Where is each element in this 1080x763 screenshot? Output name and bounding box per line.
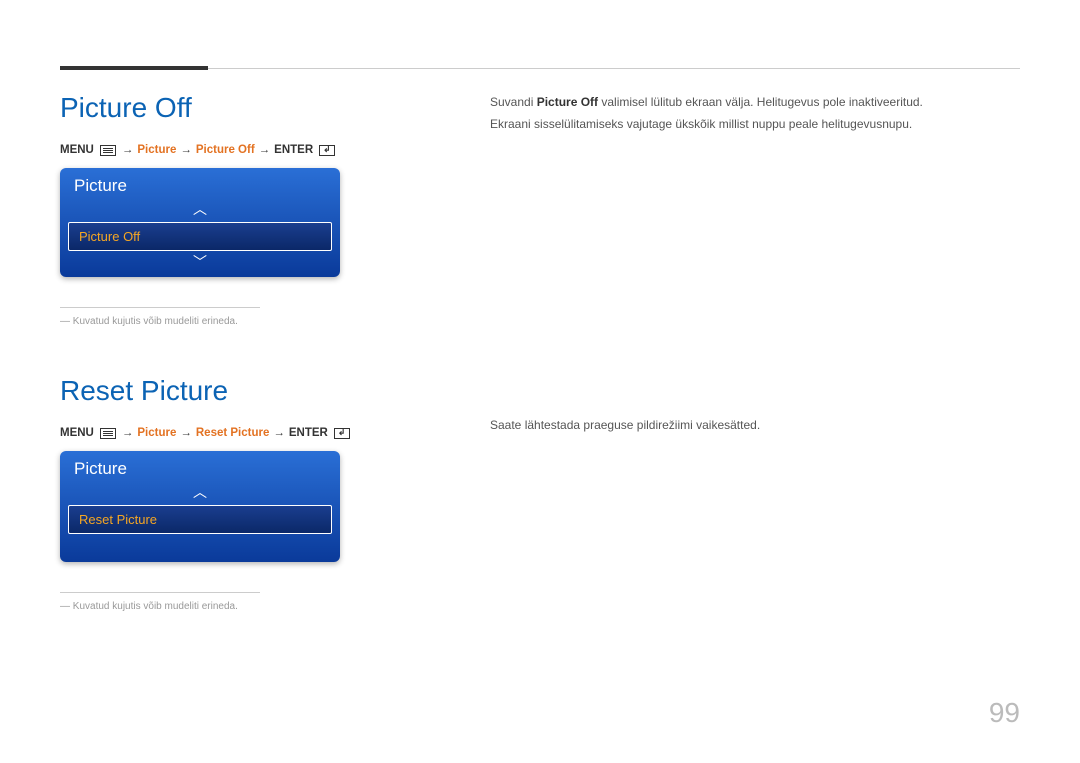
menu-label: MENU	[60, 144, 94, 156]
menu-widget-title: Picture	[60, 451, 340, 485]
body-text-2: Saate lähtestada praeguse pildirežiimi v…	[490, 415, 1020, 437]
body-prefix: Suvandi	[490, 95, 537, 109]
note-label: Kuvatud kujutis võib mudeliti erineda.	[73, 316, 238, 327]
note-divider	[60, 307, 260, 308]
chevron-up-icon: ︿	[60, 202, 340, 218]
arrow-icon: →	[273, 427, 285, 439]
chevron-down-icon: ﹀	[60, 255, 340, 271]
nav-picture: Picture	[137, 427, 176, 439]
arrow-icon: →	[122, 144, 134, 156]
nav-target: Reset Picture	[196, 427, 270, 439]
nav-target: Picture Off	[196, 144, 255, 156]
note-text-2: ― Kuvatud kujutis võib mudeliti erineda.	[60, 601, 400, 612]
body-suffix: valimisel lülitub ekraan välja. Helituge…	[598, 95, 923, 109]
nav-path-1: MENU → Picture → Picture Off → ENTER	[60, 144, 400, 156]
body-text-1-line2: Ekraani sisselülitamiseks vajutage ükskõ…	[490, 114, 1020, 136]
enter-icon	[334, 428, 350, 439]
page: Picture Off MENU → Picture → Picture Off…	[0, 0, 1080, 763]
body-strong: Picture Off	[537, 95, 598, 109]
content-area: Picture Off MENU → Picture → Picture Off…	[60, 92, 1020, 612]
menu-item-picture-off[interactable]: Picture Off	[68, 222, 332, 251]
menu-item-reset-picture[interactable]: Reset Picture	[68, 505, 332, 534]
note-divider	[60, 592, 260, 593]
menu-widget-title: Picture	[60, 168, 340, 202]
arrow-icon: →	[180, 144, 192, 156]
nav-path-2: MENU → Picture → Reset Picture → ENTER	[60, 427, 400, 439]
section1-heading: Picture Off	[60, 92, 400, 124]
nav-picture: Picture	[137, 144, 176, 156]
menu-widget-picture-off: Picture ︿ Picture Off ﹀	[60, 168, 340, 277]
left-column: Picture Off MENU → Picture → Picture Off…	[60, 92, 400, 612]
body-text-1-line1: Suvandi Picture Off valimisel lülitub ek…	[490, 92, 1020, 114]
page-number: 99	[989, 697, 1020, 729]
enter-label: ENTER	[289, 427, 328, 439]
arrow-icon: →	[180, 427, 192, 439]
enter-icon	[319, 145, 335, 156]
section2-heading: Reset Picture	[60, 375, 400, 407]
note-label: Kuvatud kujutis võib mudeliti erineda.	[73, 601, 238, 612]
chevron-up-icon: ︿	[60, 485, 340, 501]
menu-icon	[100, 145, 116, 156]
enter-label: ENTER	[274, 144, 313, 156]
note-text-1: ― Kuvatud kujutis võib mudeliti erineda.	[60, 316, 400, 327]
menu-label: MENU	[60, 427, 94, 439]
arrow-icon: →	[122, 427, 134, 439]
menu-icon	[100, 428, 116, 439]
arrow-icon: →	[259, 144, 271, 156]
menu-widget-reset-picture: Picture ︿ Reset Picture	[60, 451, 340, 562]
right-column: Suvandi Picture Off valimisel lülitub ek…	[490, 92, 1020, 612]
header-band	[60, 66, 208, 70]
